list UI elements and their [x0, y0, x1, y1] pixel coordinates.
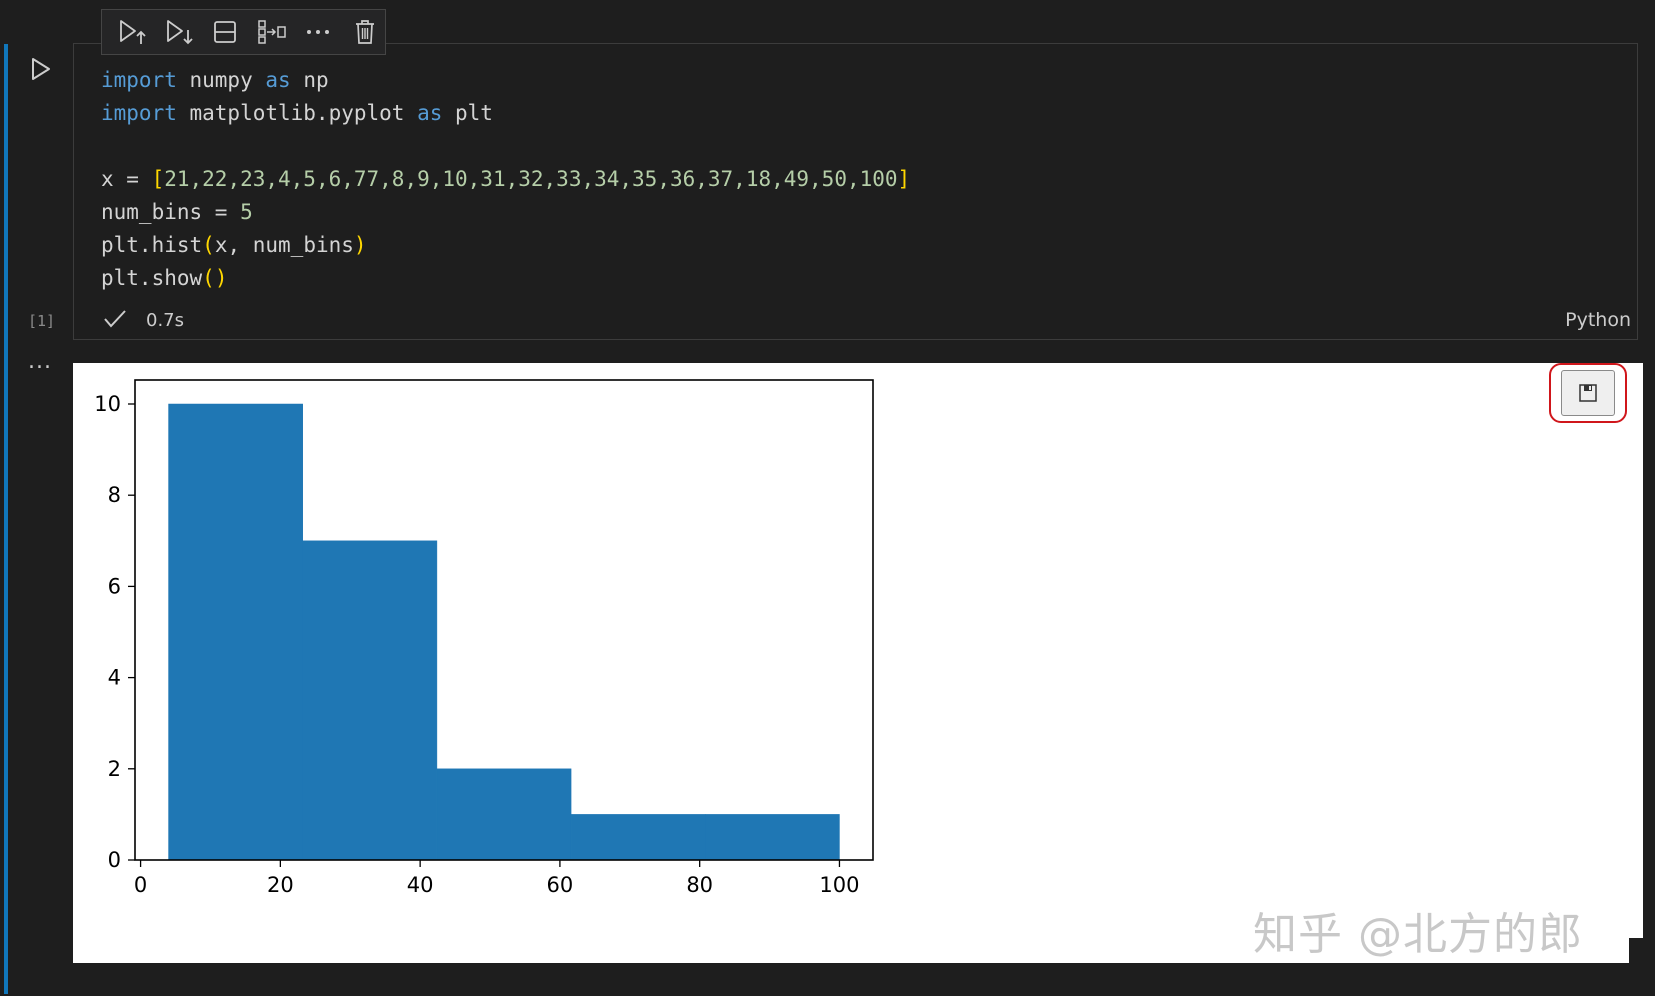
- bracket: ]: [897, 167, 911, 191]
- run-cell-button[interactable]: [26, 52, 56, 86]
- histogram-bar: [705, 814, 840, 861]
- output-edge: [1629, 938, 1655, 996]
- function-call: plt.show: [101, 266, 203, 290]
- x-tick-label: 40: [407, 873, 434, 897]
- alias-name: plt: [442, 101, 493, 125]
- bracket: (: [202, 233, 215, 257]
- cell-focus-indicator: [4, 44, 8, 994]
- keyword: import: [101, 68, 177, 92]
- histogram-bar: [436, 768, 572, 861]
- code-line-6: plt.hist(x, num_bins): [101, 233, 367, 257]
- bracket: ): [214, 266, 228, 290]
- keyword: as: [265, 68, 291, 92]
- bracket: ): [353, 233, 367, 257]
- histogram-bar: [168, 403, 303, 861]
- x-tick-label: 60: [547, 873, 574, 897]
- module-name: numpy: [176, 68, 266, 92]
- number-literal: 5: [240, 200, 253, 224]
- split-cell-icon: [214, 21, 237, 43]
- execute-above-icon: [120, 20, 146, 44]
- code-line-4: x = [21,22,23,4,5,6,77,8,9,10,31,32,33,3…: [101, 167, 910, 191]
- y-tick-label: 0: [108, 848, 121, 872]
- join-cells-button[interactable]: [252, 15, 293, 49]
- save-image-button[interactable]: [1561, 370, 1615, 416]
- execute-below-icon: [166, 20, 193, 45]
- x-tick-label: 20: [267, 873, 294, 897]
- keyword: import: [101, 101, 177, 125]
- histogram-bar: [570, 814, 706, 861]
- y-tick-label: 8: [108, 483, 121, 507]
- list-values: 21,22,23,4,5,6,77,8,9,10,31,32,33,34,35,…: [164, 167, 898, 191]
- execute-above-button[interactable]: [112, 15, 153, 49]
- module-name: matplotlib.pyplot: [176, 101, 418, 125]
- x-tick-label: 80: [686, 873, 713, 897]
- play-icon: [32, 58, 50, 80]
- save-icon: [1579, 384, 1597, 402]
- keyword: as: [417, 101, 443, 125]
- function-call: plt.hist: [101, 233, 203, 257]
- assignment: num_bins =: [101, 200, 241, 224]
- code-editor[interactable]: import numpy as np import matplotlib.pyp…: [101, 64, 910, 295]
- watermark: 知乎 @北方的郎: [1253, 909, 1583, 960]
- x-tick-label: 100: [819, 873, 859, 897]
- histogram-chart: 0 20 40 60 80 100 0 2 4 6 8 10: [94, 379, 874, 897]
- cell-toolbar: [101, 9, 386, 55]
- delete-cell-icon: [355, 20, 374, 44]
- arguments: x, num_bins: [214, 233, 354, 257]
- y-tick-label: 6: [108, 574, 121, 598]
- code-line-2: import matplotlib.pyplot as plt: [101, 101, 493, 125]
- join-cells-icon: [258, 20, 286, 44]
- cell-output: 0 20 40 60 80 100 0 2 4 6 8 10 知乎 @北方的郎: [73, 363, 1643, 963]
- execute-below-button[interactable]: [159, 15, 200, 49]
- execution-count: [1]: [28, 312, 56, 330]
- alias-name: np: [290, 68, 329, 92]
- more-actions-icon: [307, 30, 330, 34]
- code-line-1: import numpy as np: [101, 68, 329, 92]
- code-line-7: plt.show(): [101, 266, 227, 290]
- y-tick-label: 4: [108, 666, 121, 690]
- assignment: x =: [101, 167, 152, 191]
- execution-time: 0.7s: [146, 310, 185, 331]
- delete-cell-button[interactable]: [345, 15, 386, 49]
- histogram-bar: [302, 540, 438, 861]
- output-actions-icon[interactable]: ...: [28, 351, 52, 373]
- kernel-language-picker[interactable]: Python: [1565, 309, 1631, 331]
- success-check-icon: [104, 310, 126, 328]
- y-tick-label: 10: [94, 392, 121, 416]
- bracket: [: [151, 167, 165, 191]
- bracket: (: [202, 266, 215, 290]
- y-tick-label: 2: [108, 757, 121, 781]
- x-tick-label: 0: [134, 873, 147, 897]
- more-actions-button[interactable]: [298, 15, 339, 49]
- split-cell-button[interactable]: [205, 15, 246, 49]
- code-line-5: num_bins = 5: [101, 200, 253, 224]
